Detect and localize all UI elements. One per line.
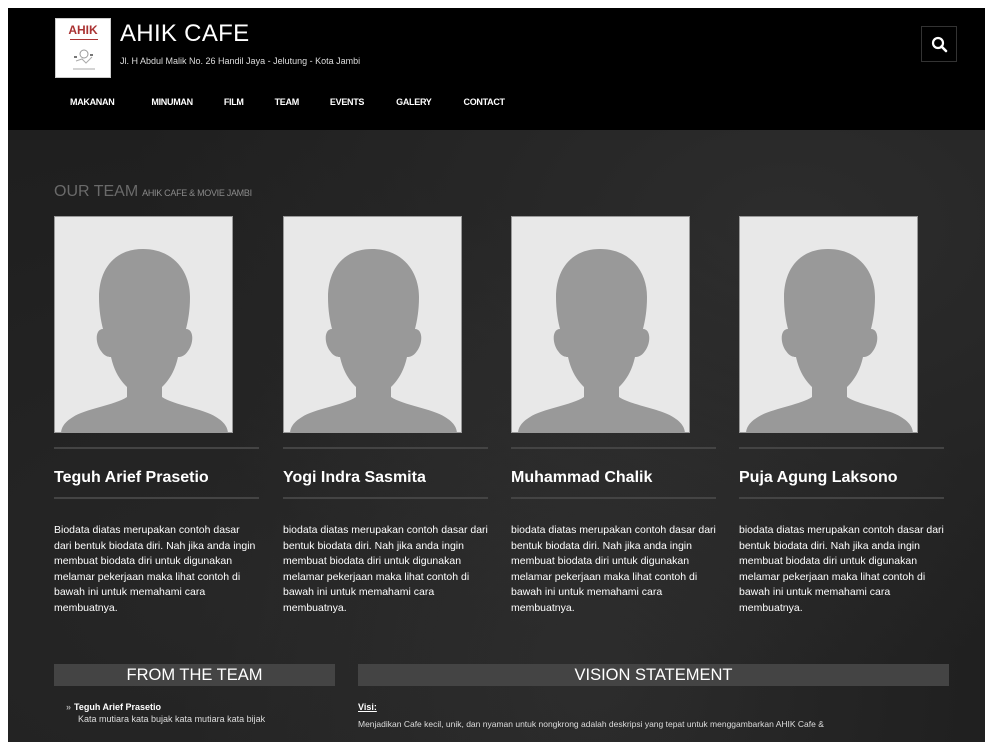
logo-text: AHIK [68,23,98,37]
team-section-title: OUR TEAM AHIK CAFE & MOVIE JAMBI [54,183,252,201]
member-photo [54,216,233,433]
member-name: Muhammad Chalik [511,469,653,486]
logo-divider [70,39,98,40]
member-divider-bottom [511,497,716,499]
site-title[interactable]: AHIK CAFE [120,20,249,48]
person-silhouette-icon [290,249,457,432]
member-divider-bottom [739,497,944,499]
member-name: Teguh Arief Prasetio [54,469,209,486]
member-bio: biodata diatas merupakan contoh dasar da… [283,524,488,614]
member-divider-top [54,447,259,449]
person-silhouette-icon [746,249,913,432]
member-divider-bottom [283,497,488,499]
quote-text: Kata mutiara kata bujak kata mutiara kat… [78,714,266,724]
member-divider-top [283,447,488,449]
nav-item-contact[interactable]: CONTACT [464,97,506,111]
page: AHIK AHIK CAFE Jl. H Abdul Malik No. 26 … [8,8,985,742]
member-divider-bottom [54,497,259,499]
member-photo [283,216,462,433]
vision-statement: Visi: Menjadikan Cafe kecil, unik, dan n… [358,702,948,731]
from-the-team-heading: FROM THE TEAM [54,664,335,686]
nav-item-team[interactable]: TEAM [275,97,300,111]
site-header: AHIK AHIK CAFE Jl. H Abdul Malik No. 26 … [8,8,985,130]
team-title: OUR TEAM [54,183,139,200]
vision-text: Menjadikan Cafe kecil, unik, dan nyaman … [358,719,824,729]
search-icon [931,36,948,53]
chevron-right-icon: » [66,702,72,712]
nav-item-events[interactable]: EVENTS [330,97,365,111]
nav-item-minuman[interactable]: MINUMAN [151,97,193,111]
member-divider-top [511,447,716,449]
vision-statement-heading: VISION STATEMENT [358,664,949,686]
member-photo [511,216,690,433]
member-bio: biodata diatas merupakan contoh dasar da… [739,524,944,614]
person-silhouette-icon [61,249,228,432]
person-silhouette-icon [518,249,685,432]
nav-item-galery[interactable]: GALERY [396,97,432,111]
logo-mark-icon [73,49,95,70]
quote-author[interactable]: » Teguh Arief Prasetio [66,702,336,712]
site-logo[interactable]: AHIK [55,18,111,78]
site-address: Jl. H Abdul Malik No. 26 Handil Jaya - J… [120,56,361,66]
main-nav: MAKANAN MINUMAN FILM TEAM EVENTS GALERY … [70,97,505,111]
team-quote: » Teguh Arief Prasetio Kata mutiara kata … [66,702,336,724]
member-name: Puja Agung Laksono [739,469,898,486]
member-divider-top [739,447,944,449]
browser-viewport: AHIK AHIK CAFE Jl. H Abdul Malik No. 26 … [0,0,985,742]
member-photo [739,216,918,433]
search-button[interactable] [921,26,957,62]
member-name: Yogi Indra Sasmita [283,469,426,486]
quote-author-name: Teguh Arief Prasetio [74,702,162,712]
team-subtitle: AHIK CAFE & MOVIE JAMBI [142,188,252,198]
member-bio: Biodata diatas merupakan contoh dasar da… [54,524,256,614]
nav-item-film[interactable]: FILM [224,97,244,111]
vision-label: Visi: [358,702,377,712]
nav-item-makanan[interactable]: MAKANAN [70,97,115,111]
member-bio: biodata diatas merupakan contoh dasar da… [511,524,716,614]
